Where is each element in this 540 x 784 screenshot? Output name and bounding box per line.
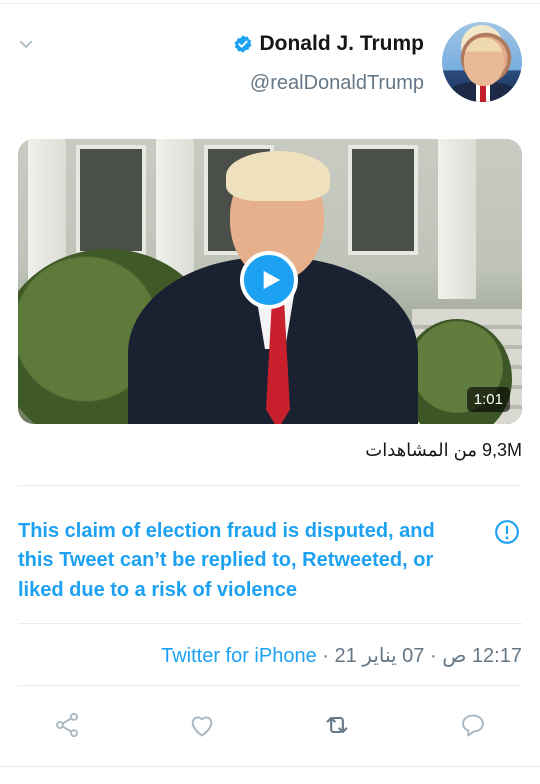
view-count: 9,3M من المشاهدات bbox=[365, 440, 522, 460]
verified-badge-icon bbox=[233, 34, 253, 54]
play-icon bbox=[263, 270, 281, 290]
author-name-row[interactable]: Donald J. Trump bbox=[233, 32, 424, 56]
warning-notice-text[interactable]: This claim of election fraud is disputed… bbox=[18, 517, 468, 605]
author-display-name[interactable]: Donald J. Trump bbox=[259, 32, 424, 56]
retweet-icon[interactable] bbox=[320, 708, 354, 742]
heart-icon[interactable] bbox=[185, 708, 219, 742]
chevron-down-icon[interactable] bbox=[12, 30, 40, 58]
tweet-source-link[interactable]: Twitter for iPhone bbox=[161, 645, 317, 667]
meta-separator: · bbox=[316, 645, 335, 667]
video-duration: 1:01 bbox=[466, 387, 510, 412]
comment-icon[interactable] bbox=[456, 708, 490, 742]
tweet-header: Donald J. Trump @realDonaldTrump bbox=[0, 0, 540, 130]
video-player[interactable]: 1:01 bbox=[18, 139, 522, 424]
divider bbox=[18, 685, 522, 686]
divider bbox=[0, 766, 540, 767]
play-button[interactable] bbox=[240, 251, 298, 309]
exclamation-circle-icon bbox=[494, 519, 520, 545]
author-handle[interactable]: @realDonaldTrump bbox=[250, 72, 424, 95]
avatar[interactable] bbox=[442, 22, 522, 102]
meta-separator: · bbox=[424, 645, 443, 667]
tweet-time: 12:17 ص bbox=[442, 645, 522, 667]
action-bar bbox=[0, 700, 540, 750]
tweet-date: 07 يناير 21 bbox=[334, 645, 425, 667]
divider bbox=[18, 485, 522, 486]
tweet-meta: 12:17 ص · 07 يناير 21 · Twitter for iPho… bbox=[161, 643, 522, 668]
divider bbox=[18, 623, 522, 624]
share-icon[interactable] bbox=[50, 708, 84, 742]
